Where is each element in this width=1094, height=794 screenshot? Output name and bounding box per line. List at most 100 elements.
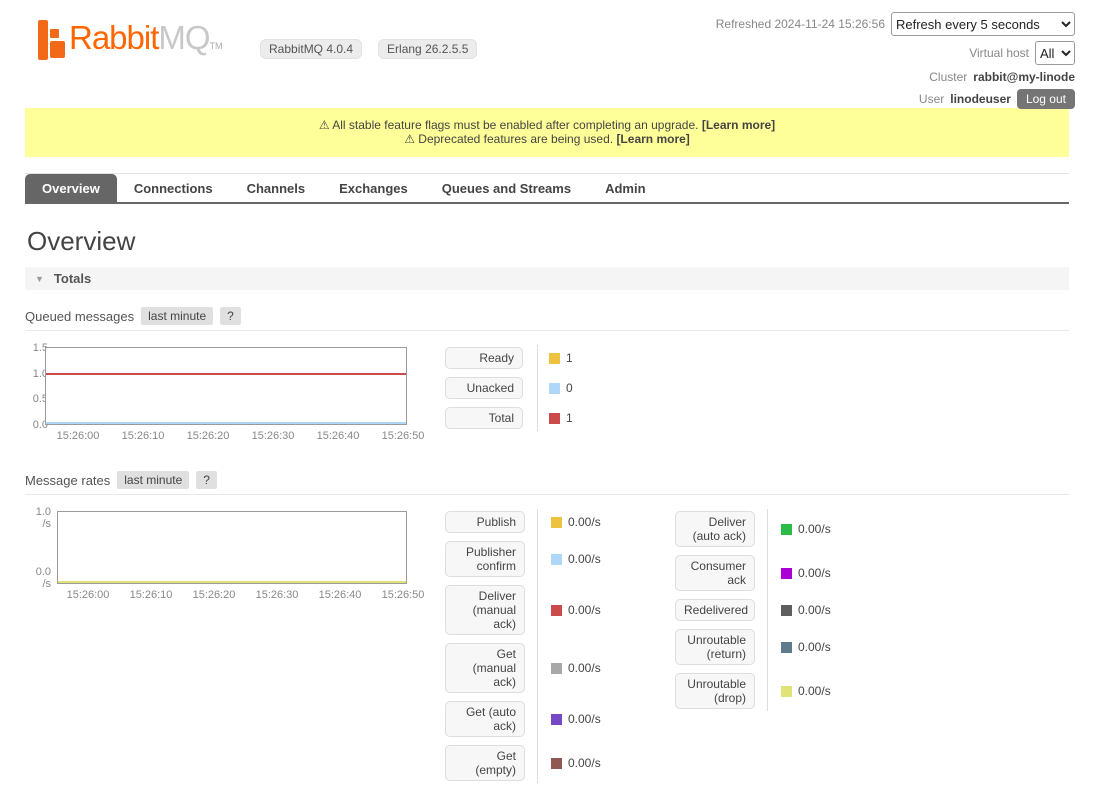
legend-row-get-empty: Get (empty) 0.00/s <box>445 745 675 781</box>
get-auto-ack-swatch-icon <box>551 714 562 725</box>
legend-row-unacked: Unacked 0 <box>445 377 675 399</box>
redelivered-swatch-icon <box>781 605 792 616</box>
feature-flags-warning: ⚠ All stable feature flags must be enabl… <box>25 118 1069 132</box>
get-manual-ack-rate: 0.00/s <box>568 661 601 675</box>
tab-exchanges[interactable]: Exchanges <box>322 174 425 202</box>
user-name: linodeuser <box>950 92 1011 106</box>
legend-row-total: Total 1 <box>445 407 675 429</box>
unroutable-return-rate: 0.00/s <box>798 640 831 654</box>
get-empty-swatch-icon <box>551 758 562 769</box>
rates-help-icon[interactable]: ? <box>196 471 217 489</box>
tab-admin[interactable]: Admin <box>588 174 662 202</box>
tab-bar: Overview Connections Channels Exchanges … <box>25 173 1069 204</box>
legend-label-get-manual-ack: Get (manual ack) <box>445 643 525 693</box>
tab-overview[interactable]: Overview <box>25 174 117 202</box>
queued-chart-x-axis: 15:26:00 15:26:10 15:26:20 15:26:30 15:2… <box>54 430 427 442</box>
legend-label-unroutable-return: Unroutable (return) <box>675 629 755 665</box>
deliver-auto-ack-swatch-icon <box>781 524 792 535</box>
queued-messages-legend: Ready 1 Unacked 0 Total 1 <box>445 347 675 429</box>
queued-messages-label: Queued messages <box>25 309 134 324</box>
legend-label-get-auto-ack: Get (auto ack) <box>445 701 525 737</box>
legend-row-ready: Ready 1 <box>445 347 675 369</box>
chart-series-unacked <box>46 422 406 424</box>
legend-label-deliver-manual-ack: Deliver (manual ack) <box>445 585 525 635</box>
rates-chart-y-axis: 1.0 /s 0.0 /s <box>25 506 51 590</box>
totals-section-toggle[interactable]: ▼ Totals <box>25 267 1069 290</box>
total-value: 1 <box>566 411 573 425</box>
queued-messages-chart: 1.5 1.0 0.5 0.0 15:26:00 15:26:10 15:26:… <box>25 347 445 459</box>
publish-swatch-icon <box>551 517 562 528</box>
legend-row-publisher-confirm: Publisher confirm 0.00/s <box>445 541 675 577</box>
unroutable-return-swatch-icon <box>781 642 792 653</box>
message-rates-section: 1.0 /s 0.0 /s 15:26:00 15:26:10 15:26:20… <box>25 511 1069 781</box>
redelivered-rate: 0.00/s <box>798 603 831 617</box>
tab-queues-and-streams[interactable]: Queues and Streams <box>425 174 588 202</box>
warning-banner: ⚠ All stable feature flags must be enabl… <box>25 108 1069 157</box>
queued-range-selector[interactable]: last minute <box>141 307 213 325</box>
legend-row-publish: Publish 0.00/s <box>445 511 675 533</box>
version-badges: RabbitMQ 4.0.4 Erlang 26.2.5.5 <box>260 39 477 59</box>
rates-chart-plot-area <box>57 511 407 584</box>
erlang-version-badge: Erlang 26.2.5.5 <box>378 39 477 59</box>
queued-messages-header: Queued messages last minute ? <box>25 307 1069 331</box>
legend-row-redelivered: Redelivered 0.00/s <box>675 599 905 621</box>
legend-label-unroutable-drop: Unroutable (drop) <box>675 673 755 709</box>
header: RabbitMQTM RabbitMQ 4.0.4 Erlang 26.2.5.… <box>0 0 1094 104</box>
legend-row-consumer-ack: Consumer ack 0.00/s <box>675 555 905 591</box>
legend-row-deliver-auto-ack: Deliver (auto ack) 0.00/s <box>675 511 905 547</box>
unacked-value: 0 <box>566 381 573 395</box>
legend-label-publish: Publish <box>445 511 525 533</box>
unacked-swatch-icon <box>549 383 560 394</box>
legend-row-unroutable-return: Unroutable (return) 0.00/s <box>675 629 905 665</box>
cluster-name: rabbit@my-linode <box>973 70 1075 84</box>
rabbitmq-logo-text: RabbitMQTM <box>69 18 223 66</box>
collapse-triangle-icon: ▼ <box>35 274 44 284</box>
legend-label-unacked: Unacked <box>445 377 523 399</box>
deprecated-features-warning: ⚠ Deprecated features are being used. [L… <box>25 132 1069 146</box>
rates-chart-x-axis: 15:26:00 15:26:10 15:26:20 15:26:30 15:2… <box>64 589 427 601</box>
rates-legend-left: Publish 0.00/s Publisher confirm 0.00/s … <box>445 511 675 781</box>
deliver-auto-ack-rate: 0.00/s <box>798 522 831 536</box>
legend-label-deliver-auto-ack: Deliver (auto ack) <box>675 511 755 547</box>
rabbitmq-logo-icon <box>38 20 65 60</box>
legend-label-get-empty: Get (empty) <box>445 745 525 781</box>
deliver-manual-ack-swatch-icon <box>551 605 562 616</box>
legend-label-redelivered: Redelivered <box>675 599 755 621</box>
page-title: Overview <box>27 226 1069 257</box>
legend-row-get-manual-ack: Get (manual ack) 0.00/s <box>445 643 675 693</box>
unroutable-drop-swatch-icon <box>781 686 792 697</box>
queued-messages-section: 1.5 1.0 0.5 0.0 15:26:00 15:26:10 15:26:… <box>25 347 1069 459</box>
user-label: User <box>919 92 944 106</box>
virtual-host-label: Virtual host <box>969 46 1029 60</box>
chart-series-unroutable-drop- <box>58 581 406 583</box>
publish-rate: 0.00/s <box>568 515 601 529</box>
refresh-interval-select[interactable]: Refresh every 5 seconds <box>891 12 1075 36</box>
ready-swatch-icon <box>549 353 560 364</box>
virtual-host-select[interactable]: All <box>1035 41 1075 65</box>
legend-label-consumer-ack: Consumer ack <box>675 555 755 591</box>
publisher-confirm-swatch-icon <box>551 554 562 565</box>
tab-channels[interactable]: Channels <box>230 174 323 202</box>
queued-help-icon[interactable]: ? <box>220 307 241 325</box>
consumer-ack-rate: 0.00/s <box>798 566 831 580</box>
queued-chart-plot-area <box>45 347 407 425</box>
deliver-manual-ack-rate: 0.00/s <box>568 603 601 617</box>
feature-flags-learn-more-link[interactable]: [Learn more] <box>702 118 775 132</box>
legend-row-get-auto-ack: Get (auto ack) 0.00/s <box>445 701 675 737</box>
publisher-confirm-rate: 0.00/s <box>568 552 601 566</box>
legend-label-ready: Ready <box>445 347 523 369</box>
deprecated-learn-more-link[interactable]: [Learn more] <box>616 132 689 146</box>
rabbitmq-logo[interactable]: RabbitMQTM <box>38 18 223 66</box>
message-rates-header: Message rates last minute ? <box>25 471 1069 495</box>
legend-row-deliver-manual-ack: Deliver (manual ack) 0.00/s <box>445 585 675 635</box>
tab-connections[interactable]: Connections <box>117 174 230 202</box>
totals-label: Totals <box>54 271 91 286</box>
get-auto-ack-rate: 0.00/s <box>568 712 601 726</box>
logout-button[interactable]: Log out <box>1017 89 1075 109</box>
refreshed-timestamp: Refreshed 2024-11-24 15:26:56 <box>716 17 885 31</box>
legend-label-publisher-confirm: Publisher confirm <box>445 541 525 577</box>
rates-range-selector[interactable]: last minute <box>117 471 189 489</box>
ready-value: 1 <box>566 351 573 365</box>
message-rates-chart: 1.0 /s 0.0 /s 15:26:00 15:26:10 15:26:20… <box>25 511 445 611</box>
get-manual-ack-swatch-icon <box>551 663 562 674</box>
